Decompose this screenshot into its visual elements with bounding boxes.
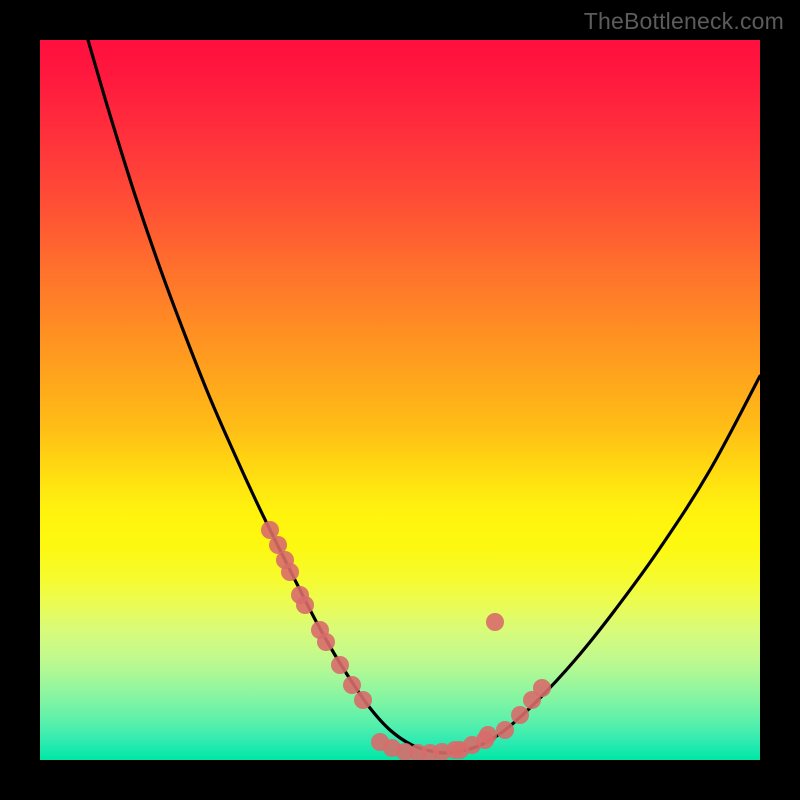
data-marker (511, 706, 529, 724)
chart-frame: TheBottleneck.com (0, 0, 800, 800)
data-marker (317, 633, 335, 651)
data-marker (281, 563, 299, 581)
data-marker (479, 726, 497, 744)
data-marker (486, 613, 504, 631)
data-marker (354, 691, 372, 709)
watermark-text: TheBottleneck.com (584, 8, 784, 35)
data-marker (533, 679, 551, 697)
bottleneck-curve-svg (40, 40, 760, 760)
data-marker (343, 676, 361, 694)
bottleneck-curve (88, 40, 760, 753)
data-marker (496, 721, 514, 739)
plot-area (40, 40, 760, 760)
marker-group (261, 521, 551, 760)
data-marker (296, 596, 314, 614)
data-marker (331, 656, 349, 674)
